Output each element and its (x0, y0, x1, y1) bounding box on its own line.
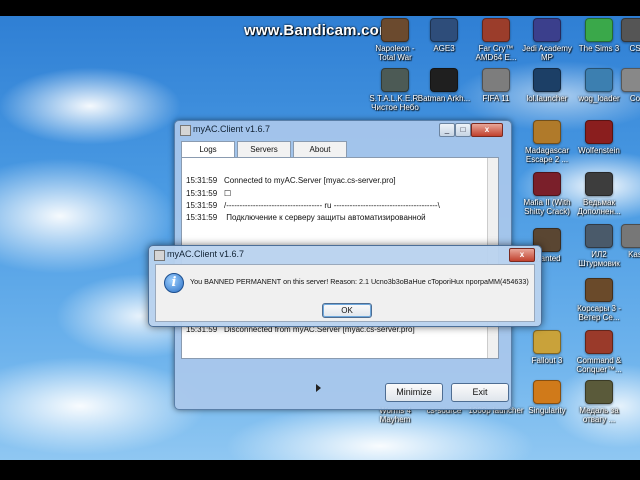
info-icon: i (164, 273, 184, 293)
desktop-icon-madagascar[interactable]: Madagascar Escape 2 ... (518, 120, 576, 164)
game-icon (585, 68, 613, 92)
game-icon (621, 224, 640, 248)
dialog-title: myAC.Client v1.6.7 (167, 249, 245, 259)
desktop-icon-singularity[interactable]: Singularity (518, 380, 576, 415)
tab-logs[interactable]: Logs (181, 141, 235, 158)
game-icon (585, 224, 613, 248)
minimize-button[interactable]: Minimize (385, 383, 443, 402)
desktop-icon-co[interactable]: Co (620, 68, 640, 103)
game-icon (621, 68, 640, 92)
game-icon (585, 18, 613, 42)
desktop-icon-kas[interactable]: Kas (620, 224, 640, 259)
window-titlebar[interactable]: myAC.Client v1.6.7 _ □ x (175, 121, 511, 139)
log-line: 15:31:59 ☐ (186, 189, 232, 198)
desktop-icon-farcry[interactable]: Far Cry™ AMD64 E... (467, 18, 525, 62)
game-icon (585, 172, 613, 196)
ok-button[interactable]: OK (322, 303, 372, 318)
game-icon (482, 18, 510, 42)
log-line: 15:31:59/-------------------------------… (186, 201, 440, 210)
game-icon (585, 330, 613, 354)
close-icon[interactable]: x (471, 123, 503, 137)
game-icon (430, 18, 458, 42)
desktop: www.Bandicam.com Napoleon - Total War AG… (0, 16, 640, 460)
dialog-close-icon[interactable]: x (509, 248, 535, 262)
desktop-icon-age3[interactable]: AGE3 (415, 18, 473, 53)
log-line: 15:31:59 Connected to myAC.Server [myac.c… (186, 176, 396, 185)
ban-dialog: myAC.Client v1.6.7 x i You BANNED PERMAN… (148, 245, 542, 327)
desktop-icon-fifa11[interactable]: FIFA 11 (467, 68, 525, 103)
game-icon (430, 68, 458, 92)
log-line: 15:31:59 Подключение к серверу защиты ав… (186, 213, 426, 222)
game-icon (585, 278, 613, 302)
desktop-icon-lol-launcher[interactable]: lol.launcher (518, 68, 576, 103)
window-title: myAC.Client v1.6.7 (193, 124, 271, 134)
game-icon (585, 380, 613, 404)
game-icon (533, 68, 561, 92)
tab-servers[interactable]: Servers (237, 141, 291, 157)
dialog-body: i You BANNED PERMANENT on this server! R… (155, 264, 535, 322)
game-icon (482, 68, 510, 92)
maximize-icon[interactable]: □ (455, 123, 471, 137)
app-icon (154, 250, 165, 261)
desktop-icon-medal-of-honor[interactable]: Медаль за отвагу ... (570, 380, 628, 424)
game-icon (621, 18, 640, 42)
game-icon (381, 18, 409, 42)
app-icon (180, 125, 191, 136)
game-icon (533, 380, 561, 404)
desktop-icon-batman[interactable]: Batman Arkh... (415, 68, 473, 103)
game-icon (533, 120, 561, 144)
mouse-cursor-icon (316, 384, 321, 392)
desktop-icon-jedi-academy[interactable]: Jedi Academy MP (518, 18, 576, 62)
dialog-message: You BANNED PERMANENT on this server! Rea… (190, 277, 529, 286)
desktop-icon-command-conquer[interactable]: Command & Conquer™... (570, 330, 628, 374)
desktop-icon-cs[interactable]: CS (620, 18, 640, 53)
game-icon (533, 330, 561, 354)
desktop-icon-fallout3[interactable]: Fallout 3 (518, 330, 576, 365)
game-icon (533, 172, 561, 196)
tab-about[interactable]: About (293, 141, 347, 157)
desktop-icon-wolfenstein[interactable]: Wolfenstein (570, 120, 628, 155)
desktop-icon-mafia2[interactable]: Mafia II (With Shitty Crack) (518, 172, 576, 216)
game-icon (381, 68, 409, 92)
desktop-icon-witcher[interactable]: Ведьмак Дополнен... (570, 172, 628, 216)
minimize-icon[interactable]: _ (439, 123, 455, 137)
exit-button[interactable]: Exit (451, 383, 509, 402)
game-icon (533, 18, 561, 42)
desktop-icon-korsary3[interactable]: Корсары 3 - Ветер Се... (570, 278, 628, 322)
game-icon (585, 120, 613, 144)
